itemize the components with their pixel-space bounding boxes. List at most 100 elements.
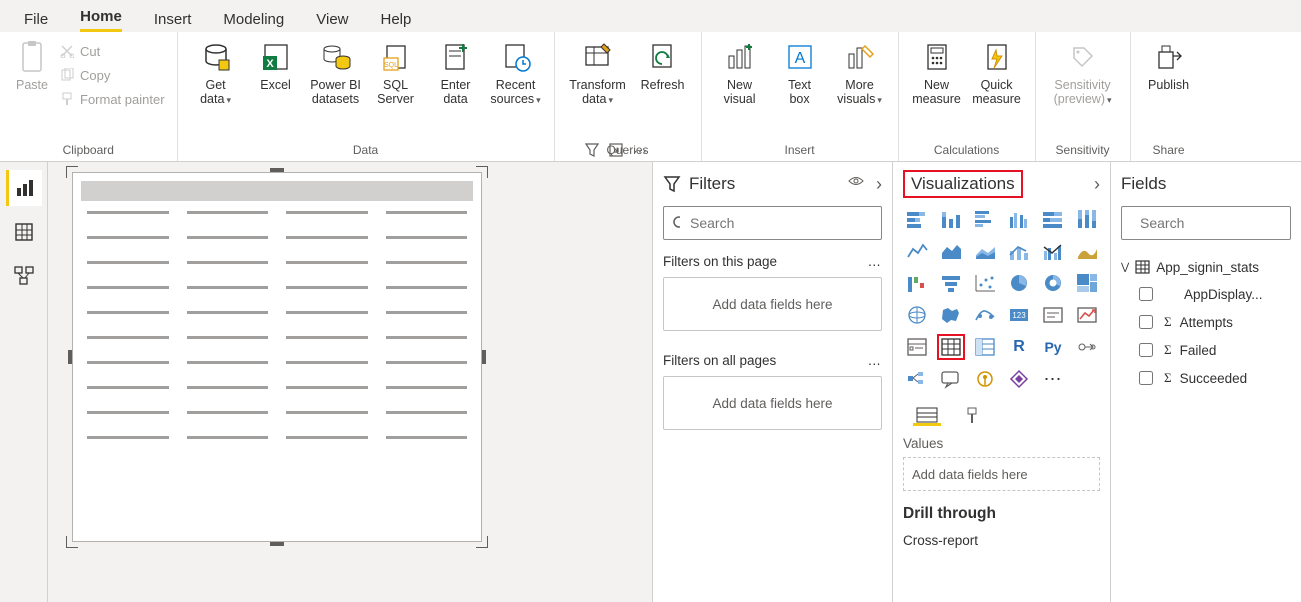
viz-shape-map[interactable] [971,302,999,328]
format-painter-button[interactable]: Format painter [56,88,169,110]
viz-gauge[interactable]: 123 [1005,302,1033,328]
excel-button[interactable]: XExcel [246,36,306,96]
field-check-0[interactable] [1139,287,1153,301]
viz-line-clustered-column[interactable] [1039,238,1067,264]
text-box-button[interactable]: AText box [770,36,830,111]
visual-filter-icon[interactable] [585,143,599,160]
recent-sources-button[interactable]: Recent sources [486,36,546,111]
filters-collapse-icon[interactable]: › [876,174,882,195]
viz-fields-tab[interactable] [913,406,941,426]
viz-kpi[interactable] [1073,302,1101,328]
viz-table[interactable] [937,334,965,360]
viz-line-stacked-column[interactable] [1005,238,1033,264]
viz-100-stacked-column[interactable] [1073,206,1101,232]
field-check-2[interactable] [1139,343,1153,357]
viz-qa[interactable] [937,366,965,392]
report-view-button[interactable] [6,170,42,206]
visual-focus-icon[interactable] [609,143,623,160]
field-col-1[interactable]: Σ Attempts [1121,308,1291,336]
get-data-button[interactable]: Get data [186,36,246,111]
fields-pane: Fields ⋁ App_signin_stats AppDisplay... … [1111,162,1301,602]
new-visual-button[interactable]: New visual [710,36,770,111]
field-col-2[interactable]: Σ Failed [1121,336,1291,364]
filters-all-more[interactable]: … [868,353,883,368]
viz-pie[interactable] [1005,270,1033,296]
fields-table-row[interactable]: ⋁ App_signin_stats [1121,254,1291,280]
enter-data-label: Enter data [441,78,471,107]
filters-all-drop[interactable]: Add data fields here [663,376,882,430]
field-col-0[interactable]: AppDisplay... [1121,280,1291,308]
new-measure-button[interactable]: New measure [907,36,967,111]
tab-file[interactable]: File [24,11,48,32]
filters-search-input[interactable] [688,214,873,232]
viz-donut[interactable] [1039,270,1067,296]
viz-map[interactable] [903,302,931,328]
viz-python[interactable]: Py [1039,334,1067,360]
filters-page-drop[interactable]: Add data fields here [663,277,882,331]
viz-card[interactable] [1039,302,1067,328]
sql-server-button[interactable]: SQLSQL Server [366,36,426,111]
viz-line[interactable] [903,238,931,264]
model-view-button[interactable] [6,258,42,294]
field-col-3[interactable]: Σ Succeeded [1121,364,1291,392]
quick-measure-button[interactable]: Quick measure [967,36,1027,111]
paste-button[interactable]: Paste [8,36,56,96]
copy-button[interactable]: Copy [56,64,169,86]
field-check-1[interactable] [1139,315,1153,329]
more-visuals-button[interactable]: More visuals [830,36,890,111]
table-visual-placeholder[interactable] [72,172,482,542]
filters-search[interactable] [663,206,882,240]
viz-treemap[interactable] [1073,270,1101,296]
data-view-button[interactable] [6,214,42,250]
viz-filled-map[interactable] [937,302,965,328]
viz-scatter[interactable] [971,270,999,296]
viz-format-tab[interactable] [959,406,987,426]
visual-more-icon[interactable]: ⋯ [633,143,648,160]
viz-area[interactable] [937,238,965,264]
viz-collapse-icon[interactable]: › [1094,174,1100,195]
get-data-label: Get data [200,78,231,107]
fields-search[interactable] [1121,206,1291,240]
viz-clustered-column[interactable] [1005,206,1033,232]
ribbon-group-data: Get data XExcel Power BI datasets SQLSQL… [178,32,555,161]
viz-ribbon[interactable] [1073,238,1101,264]
tab-help[interactable]: Help [381,11,412,32]
tab-modeling[interactable]: Modeling [223,11,284,32]
viz-slicer[interactable] [903,334,931,360]
viz-r-script[interactable]: R [1005,334,1033,360]
sensitivity-label: Sensitivity (preview) [1054,78,1112,107]
viz-clustered-bar[interactable] [971,206,999,232]
viz-100-stacked-bar[interactable] [1039,206,1067,232]
publish-button[interactable]: Publish [1139,36,1199,96]
more-visuals-icon [843,40,877,74]
viz-get-more[interactable]: ⋯ [1039,366,1067,392]
transform-data-button[interactable]: Transform data [563,36,633,111]
viz-stacked-bar[interactable] [903,206,931,232]
viz-stacked-column[interactable] [937,206,965,232]
tab-home[interactable]: Home [80,8,122,32]
viz-values-drop[interactable]: Add data fields here [903,457,1100,491]
filters-page-more[interactable]: … [868,254,883,269]
tab-insert[interactable]: Insert [154,11,192,32]
viz-matrix[interactable] [971,334,999,360]
sensitivity-button[interactable]: Sensitivity (preview) [1044,36,1122,111]
viz-arcgis[interactable] [971,366,999,392]
report-canvas[interactable]: ⋯ [48,162,653,602]
viz-funnel[interactable] [937,270,965,296]
refresh-button[interactable]: Refresh [633,36,693,96]
ribbon-group-calculations: New measure Quick measure Calculations [899,32,1036,161]
tab-view[interactable]: View [316,11,348,32]
enter-data-button[interactable]: Enter data [426,36,486,111]
pbi-datasets-button[interactable]: Power BI datasets [306,36,366,111]
viz-waterfall[interactable] [903,270,931,296]
viz-power-apps[interactable] [1005,366,1033,392]
more-visuals-label: More visuals [837,78,882,107]
fields-search-input[interactable] [1138,214,1301,232]
viz-decomposition[interactable] [903,366,931,392]
filters-visibility-icon[interactable] [848,174,864,195]
viz-key-influencers[interactable] [1073,334,1101,360]
new-visual-label: New visual [724,78,756,107]
cut-button[interactable]: Cut [56,40,169,62]
viz-stacked-area[interactable] [971,238,999,264]
field-check-3[interactable] [1139,371,1153,385]
